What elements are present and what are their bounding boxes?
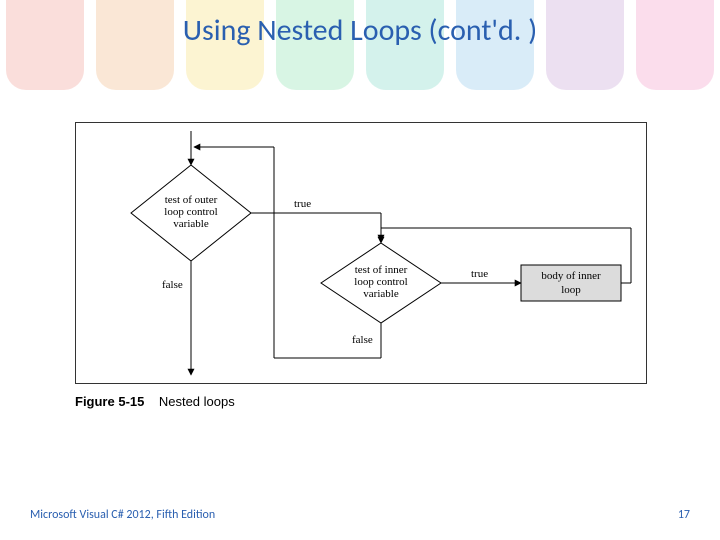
label-false-inner: false xyxy=(352,334,373,346)
footer-page-number: 17 xyxy=(678,508,690,522)
slide-title: Using Nested Loops (cont'd. ) xyxy=(0,12,720,49)
label-true-outer: true xyxy=(294,198,311,210)
body-box-text-1: body of inner xyxy=(541,270,601,282)
inner-diamond-text-1: test of inner xyxy=(355,264,408,276)
figure-caption: Figure 5-15 Nested loops xyxy=(75,394,235,409)
outer-diamond-text-3: variable xyxy=(173,218,209,230)
inner-diamond-text-3: variable xyxy=(363,288,399,300)
nested-loops-flowchart: test of outer loop control variable true… xyxy=(76,123,646,383)
outer-diamond-text-2: loop control xyxy=(164,206,217,218)
inner-diamond-text-2: loop control xyxy=(354,276,407,288)
label-true-inner: true xyxy=(471,268,488,280)
outer-diamond-text-1: test of outer xyxy=(165,194,218,206)
label-false-outer: false xyxy=(162,279,183,291)
body-box-text-2: loop xyxy=(561,284,581,296)
figure-caption-text: Nested loops xyxy=(159,394,235,409)
figure-number: Figure 5-15 xyxy=(75,394,144,409)
figure-frame: test of outer loop control variable true… xyxy=(75,122,647,384)
footer-left: Microsoft Visual C# 2012, Fifth Edition xyxy=(30,508,215,522)
